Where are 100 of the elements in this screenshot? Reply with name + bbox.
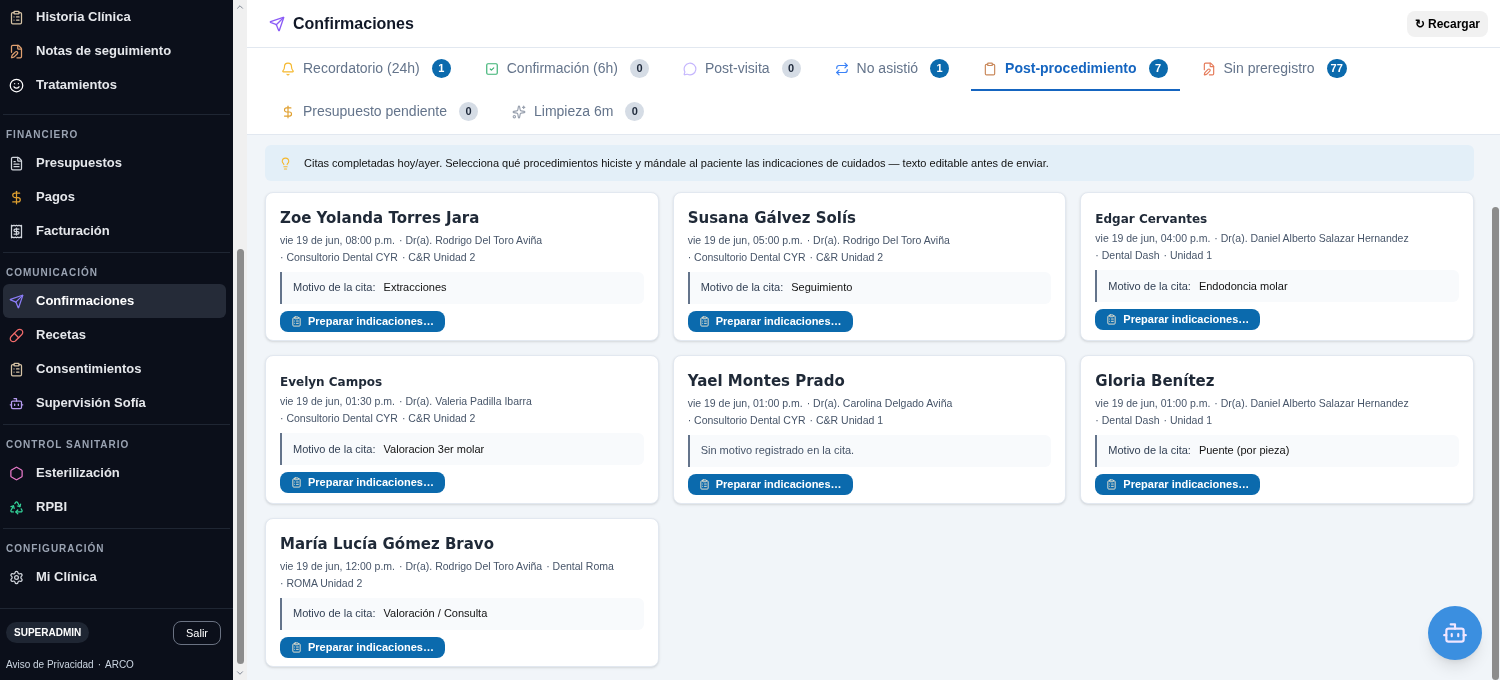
sidebar-item[interactable]: Historia Clínica xyxy=(3,0,226,34)
prepare-instructions-button[interactable]: Preparar indicaciones… xyxy=(280,310,445,332)
clipboard-icon xyxy=(291,641,302,653)
checkbox-icon xyxy=(484,61,499,76)
document-icon xyxy=(9,155,24,171)
patient-name: Zoe Yolanda Torres Jara xyxy=(280,208,481,229)
reason-label: Motivo de la cita: xyxy=(293,606,376,622)
clipboard-icon xyxy=(698,315,710,327)
tab[interactable]: Post-procedimiento 7 xyxy=(971,48,1180,91)
sidebar-item[interactable]: RPBI xyxy=(3,490,226,524)
section-heading: FINANCIERO xyxy=(5,128,80,142)
prepare-instructions-button[interactable]: Preparar indicaciones… xyxy=(687,310,853,332)
patient-name: Yael Montes Prado xyxy=(687,371,846,392)
footer-link[interactable]: Aviso de Privacidad xyxy=(6,657,94,672)
repeat-icon xyxy=(834,61,849,76)
appointment-details: vie 19 de jun, 12:00 p.m. · Dr(a). Rodrigo Del Toro Aviña · Dental Roma · ROMA Unidad 2 xyxy=(280,558,615,591)
prepare-instructions-button[interactable]: Preparar indicaciones… xyxy=(280,472,445,493)
prepare-instructions-button[interactable]: Preparar indicaciones… xyxy=(280,636,445,658)
page-title: Confirmaciones xyxy=(293,13,414,34)
sidebar-item[interactable]: Tratamientos xyxy=(3,68,226,102)
footer-link[interactable]: ARCO xyxy=(105,657,134,672)
scrollbar-thumb[interactable] xyxy=(1491,207,1499,680)
tab[interactable]: Confirmación (6h) 0 xyxy=(472,48,661,91)
reason-value: Seguimiento xyxy=(791,280,853,296)
recycle-icon xyxy=(9,499,24,515)
reason-value: Extracciones xyxy=(383,280,447,296)
section-heading: CONFIGURACIÓN xyxy=(5,541,106,556)
reason-label: Motivo de la cita: xyxy=(293,280,376,296)
info-text: Citas completadas hoy/ayer. Selecciona qué procedimientos hiciste y mándale al paciente las indicaciones de cuidados — texto editable antes de enviar. xyxy=(304,155,1049,171)
count-badge: 1 xyxy=(930,59,950,78)
sidebar-item[interactable]: Notas de seguimiento xyxy=(3,34,226,68)
reason-label: Motivo de la cita: xyxy=(700,280,784,296)
clipboard-icon xyxy=(1106,314,1118,325)
receipt-icon xyxy=(9,223,24,239)
pill-icon xyxy=(9,327,24,343)
reason-value: Endodoncia molar xyxy=(1198,278,1288,294)
count-badge: 0 xyxy=(781,59,801,78)
appointment-details: vie 19 de jun, 01:30 p.m. · Dr(a). Valeria Padilla Ibarra · Consultorio Dental CYR · C&R Unidad 2 xyxy=(280,394,533,426)
sidebar-item[interactable]: Esterilización xyxy=(3,456,226,490)
tab[interactable]: Post-visita 0 xyxy=(671,48,813,91)
document-pen-icon xyxy=(1201,61,1216,76)
settings-icon xyxy=(9,569,24,585)
reload-button[interactable]: ↻ Recargar xyxy=(1406,10,1488,37)
sidebar-item[interactable]: Confirmaciones xyxy=(3,284,226,318)
appointment-details: vie 19 de jun, 01:00 p.m. · Dr(a). Daniel Alberto Salazar Hernandez · Dental Dash · Unidad 1 xyxy=(1095,395,1410,428)
prepare-instructions-button[interactable]: Preparar indicaciones… xyxy=(1095,309,1261,330)
scroll-down-icon[interactable] xyxy=(235,668,245,678)
robot-icon xyxy=(1442,620,1468,646)
reason-value: Valoración / Consulta xyxy=(383,606,488,622)
appointment-details: vie 19 de jun, 05:00 p.m. · Dr(a). Rodrigo Del Toro Aviña · Consultorio Dental CYR · C&R Unidad 2 xyxy=(687,232,951,265)
sidebar-item[interactable]: Mi Clínica xyxy=(3,560,226,594)
prepare-instructions-button[interactable]: Preparar indicaciones… xyxy=(1095,473,1261,495)
prepare-instructions-button[interactable]: Preparar indicaciones… xyxy=(687,473,853,495)
sidebar-item[interactable]: Presupuestos xyxy=(3,146,226,180)
assistant-bot-button[interactable] xyxy=(1428,606,1482,660)
appointment-details: vie 19 de jun, 04:00 p.m. · Dr(a). Daniel Alberto Salazar Hernandez · Dental Dash · Unidad 1 xyxy=(1095,231,1410,263)
count-badge: 77 xyxy=(1326,59,1347,78)
clipboard-icon xyxy=(9,361,24,377)
count-badge: 0 xyxy=(630,59,649,78)
count-badge: 0 xyxy=(625,102,645,121)
separator-dot: · xyxy=(97,658,101,672)
count-badge: 1 xyxy=(431,59,451,78)
reason-label: Motivo de la cita: xyxy=(1108,278,1191,294)
tab[interactable]: Recordatorio (24h) 1 xyxy=(269,48,463,91)
sidebar-item[interactable]: Facturación xyxy=(3,214,226,248)
sidebar-item[interactable]: Pagos xyxy=(3,180,226,214)
logout-button[interactable]: Salir xyxy=(173,620,221,645)
robot-icon xyxy=(9,395,24,411)
reason-label: Motivo de la cita: xyxy=(293,441,376,457)
clipboard-icon xyxy=(1106,478,1118,490)
patient-name: María Lucía Gómez Bravo xyxy=(280,534,495,555)
sidebar-item[interactable]: Consentimientos xyxy=(3,352,226,386)
tab[interactable]: No asistió 1 xyxy=(822,48,962,91)
tab[interactable]: Sin preregistro 77 xyxy=(1189,48,1359,91)
patient-name: Susana Gálvez Solís xyxy=(687,208,857,229)
clipboard-icon xyxy=(698,478,710,490)
patient-name: Edgar Cervantes xyxy=(1095,211,1209,228)
reason-note: Sin motivo registrado en la cita. xyxy=(700,443,855,459)
appointment-details: vie 19 de jun, 08:00 p.m. · Dr(a). Rodrigo Del Toro Aviña · Consultorio Dental CYR · C&R Unidad 2 xyxy=(280,232,544,265)
sidebar-item[interactable]: Recetas xyxy=(3,318,226,352)
section-heading: COMUNICACIÓN xyxy=(5,265,99,280)
tab[interactable]: Limpieza 6m 0 xyxy=(500,91,657,134)
reason-value: Puente (por pieza) xyxy=(1198,443,1290,459)
reason-label: Motivo de la cita: xyxy=(1108,443,1191,459)
tab[interactable]: Presupuesto pendiente 0 xyxy=(269,91,490,134)
clipboard-icon xyxy=(983,61,998,76)
sidebar-item[interactable]: Supervisión Sofía xyxy=(3,386,226,420)
speech-bubble-icon xyxy=(683,61,697,76)
scroll-up-icon[interactable] xyxy=(235,2,245,12)
patient-name: Gloria Benítez xyxy=(1095,371,1216,392)
clipboard-icon xyxy=(9,9,24,25)
clipboard-icon xyxy=(291,477,302,488)
scrollbar-thumb[interactable] xyxy=(236,249,244,664)
appointment-details: vie 19 de jun, 01:00 p.m. · Dr(a). Carolina Delgado Aviña · Consultorio Dental CYR · C&R Unidad 1 xyxy=(687,395,954,428)
document-pen-icon xyxy=(9,43,24,59)
clipboard-icon xyxy=(291,315,302,327)
count-badge: 0 xyxy=(459,102,478,121)
patient-name: Evelyn Campos xyxy=(280,374,384,391)
section-heading: CONTROL SANITARIO xyxy=(5,438,131,452)
lightbulb-icon xyxy=(279,156,292,170)
